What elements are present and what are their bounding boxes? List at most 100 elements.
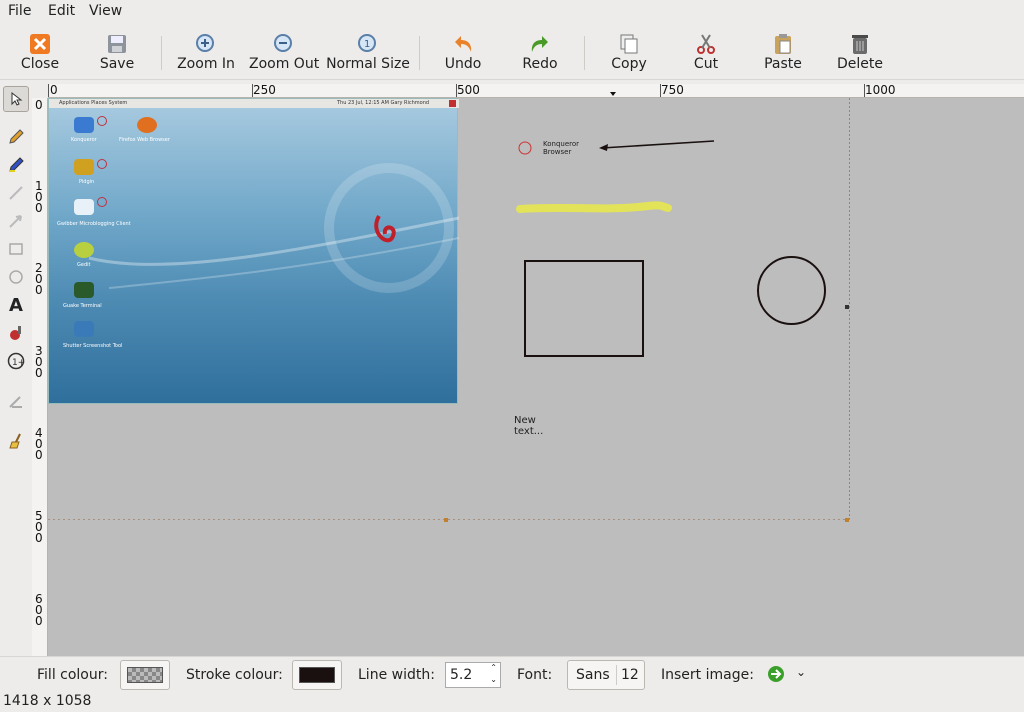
- redo-button[interactable]: Redo: [518, 24, 562, 80]
- number-tool[interactable]: 1+: [3, 348, 29, 374]
- annotation-ellipse[interactable]: [757, 256, 826, 325]
- censor-tool[interactable]: [3, 320, 29, 346]
- drawing-canvas[interactable]: Applications Places System Thu 23 Jul, 1…: [48, 98, 1024, 656]
- insert-image-label: Insert image:: [661, 667, 754, 683]
- text-icon: A: [9, 294, 23, 316]
- svg-text:1+: 1+: [12, 358, 25, 368]
- ellipse-icon: [9, 270, 23, 284]
- zoom-in-icon: [196, 34, 214, 52]
- paste-button[interactable]: Paste: [760, 24, 806, 80]
- toolbar-separator: [584, 36, 585, 70]
- undo-icon: [455, 36, 472, 52]
- select-tool[interactable]: [3, 86, 29, 112]
- stroke-colour-label: Stroke colour:: [186, 667, 283, 683]
- annotation-rectangle[interactable]: [524, 260, 644, 357]
- ruler-tick-600: 6 0 0: [35, 592, 43, 628]
- annotation-konqueror-label[interactable]: Konqueror Browser: [543, 140, 579, 156]
- highlighter-icon: [9, 157, 24, 172]
- rectangle-tool[interactable]: [3, 236, 29, 262]
- font-label: Font:: [517, 667, 553, 683]
- pencil-tool[interactable]: [3, 124, 29, 150]
- highlighter-tool[interactable]: [3, 152, 29, 178]
- annotation-arrowhead: [599, 144, 608, 151]
- pencil-icon: [9, 129, 24, 144]
- fill-colour-label: Fill colour:: [37, 667, 108, 683]
- normal-size-button[interactable]: 1 Normal Size: [326, 24, 410, 80]
- ruler-tick-300: 3 0 0: [35, 344, 43, 380]
- toolbar-separator: [161, 36, 162, 70]
- line-icon: [9, 186, 23, 200]
- chevron-down-icon: ⌄: [796, 665, 807, 679]
- resize-handle[interactable]: [845, 305, 849, 309]
- horizontal-ruler: 0 250 500 750 1000: [48, 84, 1024, 98]
- annotation-highlight[interactable]: [516, 201, 672, 213]
- ruler-tick-500: 5 0 0: [35, 509, 43, 545]
- vertical-ruler: 0 1 0 0 2 0 0 3 0 0 4 0 0 5 0 0 6 0 0: [32, 98, 48, 656]
- crop-tool[interactable]: [3, 388, 29, 414]
- resize-handle[interactable]: [444, 518, 448, 522]
- ruler-marks: [48, 84, 865, 97]
- zoom-in-button[interactable]: Zoom In: [176, 24, 236, 80]
- spin-down-icon[interactable]: ⌄: [490, 675, 497, 684]
- toolbar-separator: [419, 36, 420, 70]
- image-dimensions: 1418 x 1058: [3, 693, 92, 709]
- close-button[interactable]: Close: [14, 24, 66, 80]
- line-width-value[interactable]: 5.2: [450, 667, 472, 683]
- redo-icon: [531, 36, 548, 52]
- svg-text:1: 1: [364, 39, 370, 50]
- trash-icon: [852, 35, 868, 54]
- normal-size-icon: 1: [358, 34, 376, 52]
- stroke-colour-button[interactable]: [292, 660, 342, 690]
- save-icon: [108, 35, 126, 53]
- zoom-out-button[interactable]: Zoom Out: [249, 24, 319, 80]
- copy-button[interactable]: Copy: [608, 24, 650, 80]
- copy-icon: [620, 34, 638, 54]
- crop-icon: [9, 396, 22, 408]
- spin-up-icon[interactable]: ⌃: [490, 663, 497, 672]
- broom-icon: [9, 433, 21, 449]
- ruler-tick-100: 1 0 0: [35, 179, 43, 215]
- number-icon: 1+: [7, 352, 25, 370]
- line-width-label: Line width:: [358, 667, 435, 683]
- ruler-tick-0: 0: [35, 98, 43, 112]
- save-button[interactable]: Save: [92, 24, 142, 80]
- arrow-icon: [9, 215, 22, 228]
- ruler-tick-200: 2 0 0: [35, 261, 43, 297]
- font-separator: [616, 665, 617, 685]
- properties-bar: Fill colour: Stroke colour: Line width: …: [0, 656, 1024, 692]
- resize-handle[interactable]: [845, 518, 849, 522]
- close-icon: [30, 34, 50, 54]
- font-name: Sans: [576, 667, 610, 683]
- zoom-out-icon: [274, 34, 292, 52]
- annotation-red-circle[interactable]: [518, 141, 532, 155]
- scissors-icon: [697, 34, 715, 54]
- line-width-spinner[interactable]: 5.2 ⌃ ⌄: [445, 662, 501, 688]
- transparent-swatch: [127, 667, 163, 683]
- cut-button[interactable]: Cut: [688, 24, 724, 80]
- menu-view[interactable]: View: [89, 3, 122, 19]
- arrow-tool[interactable]: [3, 208, 29, 234]
- text-tool[interactable]: A: [3, 292, 29, 318]
- menu-bar: File Edit View: [0, 0, 1024, 24]
- annotation-new-text[interactable]: New text...: [514, 415, 543, 437]
- annotations-layer: [48, 98, 850, 522]
- font-button[interactable]: Sans 12: [567, 660, 645, 690]
- undo-button[interactable]: Undo: [440, 24, 486, 80]
- rectangle-icon: [9, 243, 23, 255]
- ruler-tick-400: 4 0 0: [35, 426, 43, 462]
- pointer-icon: [11, 92, 23, 106]
- censor-icon: [10, 326, 21, 340]
- menu-file[interactable]: File: [8, 3, 31, 19]
- annotation-arrow[interactable]: [601, 140, 715, 149]
- fill-colour-button[interactable]: [120, 660, 170, 690]
- stroke-swatch: [299, 667, 335, 683]
- ellipse-tool[interactable]: [3, 264, 29, 290]
- status-bar: 1418 x 1058: [0, 692, 1024, 712]
- green-arrow-icon: [768, 666, 784, 682]
- delete-button[interactable]: Delete: [834, 24, 886, 80]
- menu-edit[interactable]: Edit: [48, 3, 75, 19]
- clear-tool[interactable]: [3, 428, 29, 454]
- line-tool[interactable]: [3, 180, 29, 206]
- insert-image-combo[interactable]: ⌄: [764, 665, 814, 685]
- toolbar: Close Save Zoom In Zoom Out 1 Normal Siz…: [0, 24, 1024, 80]
